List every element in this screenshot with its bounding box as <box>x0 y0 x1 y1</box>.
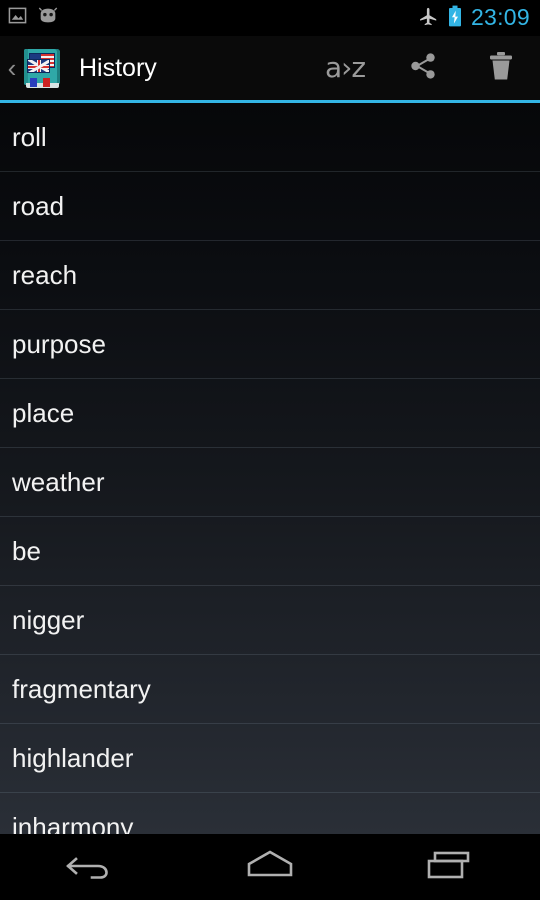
list-item[interactable]: highlander <box>0 724 540 793</box>
list-item[interactable]: fragmentary <box>0 655 540 724</box>
list-item[interactable]: purpose <box>0 310 540 379</box>
list-item[interactable]: nigger <box>0 586 540 655</box>
sort-alphabetical-button[interactable]: a›z <box>306 36 384 100</box>
list-item[interactable]: reach <box>0 241 540 310</box>
history-word: road <box>12 191 65 221</box>
history-list[interactable]: roll road reach purpose place weather be… <box>0 103 540 834</box>
list-item[interactable]: weather <box>0 448 540 517</box>
page-title: History <box>79 53 157 82</box>
history-word: highlander <box>12 743 134 773</box>
history-word: purpose <box>12 329 106 359</box>
history-word: nigger <box>12 605 85 635</box>
red-bookmark-icon <box>43 78 50 87</box>
history-word: inharmony <box>12 812 134 834</box>
history-word: fragmentary <box>12 674 151 704</box>
action-bar-actions: a›z <box>306 36 540 100</box>
share-button[interactable] <box>384 36 462 100</box>
system-navigation-bar <box>0 835 540 900</box>
home-button[interactable] <box>180 835 360 900</box>
status-bar-right-icons: 23:09 <box>417 5 530 32</box>
history-word: reach <box>12 260 78 290</box>
history-word: place <box>12 398 75 428</box>
history-word: be <box>12 536 41 566</box>
list-item[interactable]: place <box>0 379 540 448</box>
back-button[interactable] <box>0 835 180 900</box>
airplane-mode-icon <box>417 5 439 32</box>
status-bar-left-icons <box>8 6 59 30</box>
list-item[interactable]: inharmony <box>0 793 540 834</box>
trash-icon <box>486 50 516 87</box>
android-head-icon <box>37 7 59 29</box>
list-item[interactable]: road <box>0 172 540 241</box>
list-item[interactable]: roll <box>0 103 540 172</box>
battery-charging-icon <box>448 5 462 32</box>
sort-az-icon: a›z <box>324 51 366 84</box>
delete-all-button[interactable] <box>462 36 540 100</box>
action-bar: ‹ History a›z <box>0 36 540 100</box>
up-navigation-icon[interactable]: ‹ <box>0 36 22 100</box>
uk-flag-icon <box>27 59 50 73</box>
recents-icon <box>422 845 478 890</box>
share-icon <box>407 50 439 87</box>
back-arrow-icon <box>62 845 118 890</box>
recents-button[interactable] <box>360 835 540 900</box>
list-item[interactable]: be <box>0 517 540 586</box>
history-word: roll <box>12 122 47 152</box>
status-bar-clock: 23:09 <box>470 4 530 30</box>
blue-bookmark-icon <box>30 78 37 87</box>
home-icon <box>242 845 298 890</box>
app-icon-dictionary-book[interactable] <box>22 45 64 91</box>
status-bar: 23:09 <box>0 0 540 36</box>
screenshot-image-icon <box>8 6 27 30</box>
history-word: weather <box>12 467 105 497</box>
android-screen: 23:09 ‹ History a›z roll road reach purp… <box>0 0 540 900</box>
